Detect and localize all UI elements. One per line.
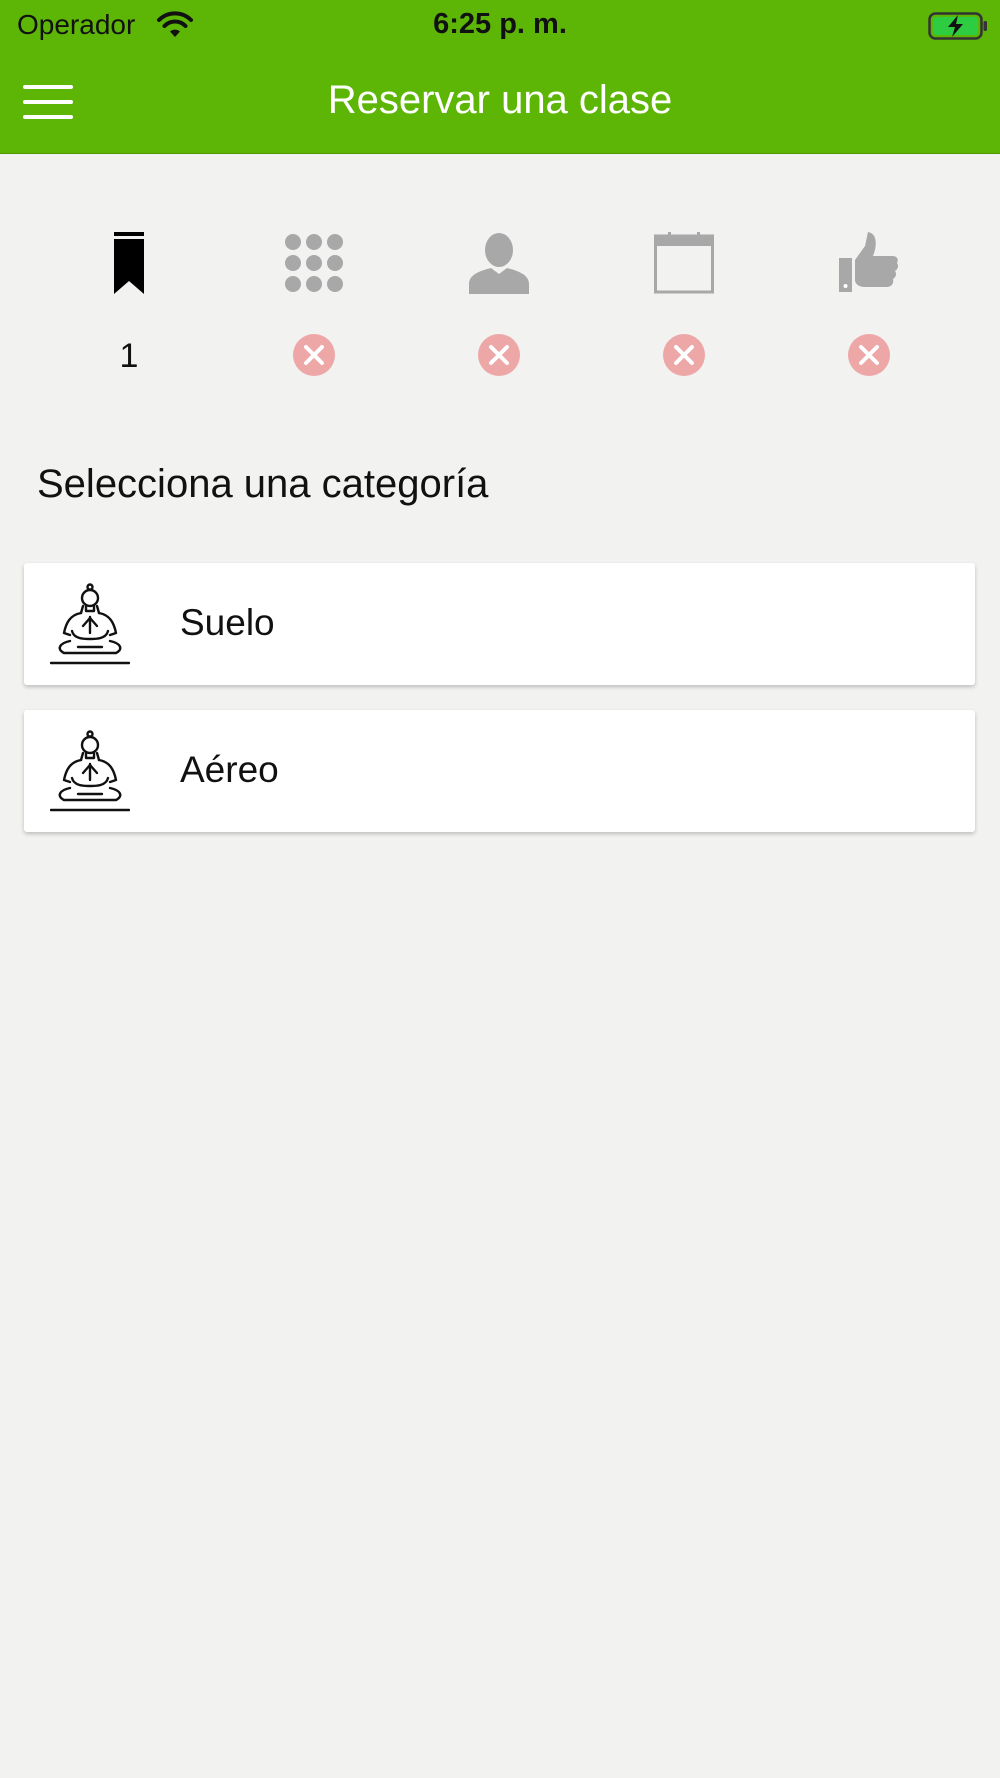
step-status: 1 <box>69 334 189 378</box>
close-circle-icon <box>848 334 890 376</box>
bookmark-icon <box>114 232 144 294</box>
category-label: Suelo <box>180 602 275 643</box>
step-instructor[interactable] <box>439 218 559 378</box>
status-bar: Operador 6:25 p. m. <box>0 0 1000 52</box>
person-icon <box>469 233 529 294</box>
step-category[interactable]: 1 <box>69 218 189 378</box>
meditation-figure-icon <box>50 730 130 812</box>
step-status <box>439 334 559 378</box>
step-date[interactable] <box>624 218 744 378</box>
battery-charging-icon <box>928 12 987 40</box>
close-circle-icon <box>663 334 705 376</box>
page-title: Reservar una clase <box>327 78 673 122</box>
close-circle-icon <box>293 334 335 376</box>
calendar-icon <box>654 232 714 294</box>
category-label: Aéreo <box>180 749 279 790</box>
nav-bar: Reservar una clase <box>0 52 1000 153</box>
step-number: 1 <box>119 337 139 375</box>
step-status <box>624 334 744 378</box>
status-time: 6:25 p. m. <box>433 8 567 40</box>
app-header: Operador 6:25 p. m. Reservar una clase <box>0 0 1000 154</box>
step-status <box>254 334 374 378</box>
booking-steps: 1 <box>0 218 1000 378</box>
category-item-aereo[interactable]: Aéreo <box>24 710 975 832</box>
grid-dots-icon <box>285 234 343 292</box>
step-class[interactable] <box>254 218 374 378</box>
close-circle-icon <box>478 334 520 376</box>
meditation-figure-icon <box>50 583 130 665</box>
category-item-suelo[interactable]: Suelo <box>24 563 975 685</box>
section-title: Selecciona una categoría <box>37 462 489 506</box>
step-confirm[interactable] <box>809 218 929 378</box>
thumbs-up-icon <box>839 232 899 292</box>
step-status <box>809 334 929 378</box>
